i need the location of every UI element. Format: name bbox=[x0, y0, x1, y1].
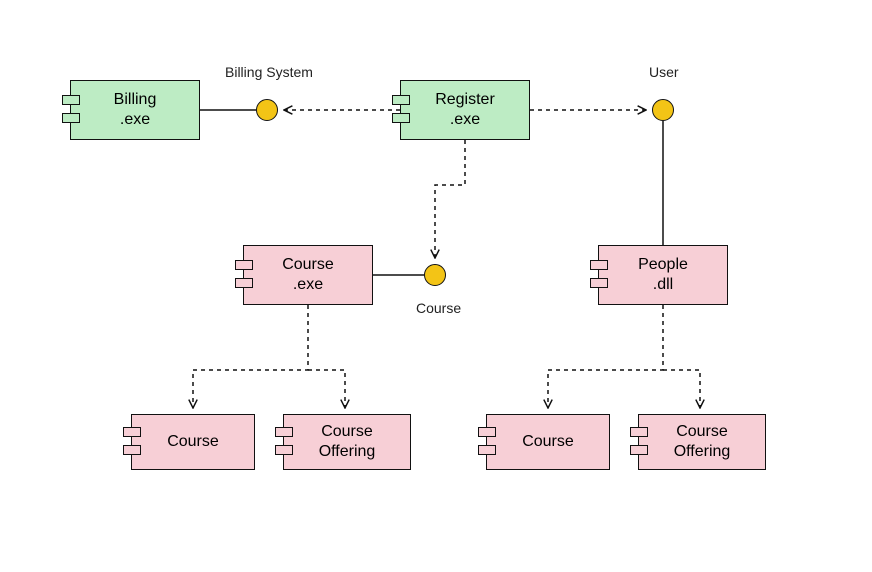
interface-label: Course bbox=[416, 300, 461, 316]
interface-billing-system bbox=[256, 99, 278, 121]
component-register-exe: Register .exe bbox=[400, 80, 530, 140]
connector-fork bbox=[193, 305, 345, 408]
component-label: Course Offering bbox=[284, 415, 410, 469]
component-course-offering-right: Course Offering bbox=[638, 414, 766, 470]
interface-label: Billing System bbox=[225, 64, 313, 80]
component-people-dll: People .dll bbox=[598, 245, 728, 305]
component-label: Register .exe bbox=[401, 81, 529, 139]
component-label: Course bbox=[132, 415, 254, 469]
component-course-right: Course bbox=[486, 414, 610, 470]
connector-fork bbox=[548, 305, 700, 408]
component-label: People .dll bbox=[599, 246, 727, 304]
connector bbox=[435, 140, 465, 258]
component-label: Course Offering bbox=[639, 415, 765, 469]
component-label: Billing .exe bbox=[71, 81, 199, 139]
interface-course bbox=[424, 264, 446, 286]
component-course-left: Course bbox=[131, 414, 255, 470]
component-label: Course bbox=[487, 415, 609, 469]
diagram-canvas: Billing .exe Register .exe Course .exe P… bbox=[0, 0, 872, 572]
component-label: Course .exe bbox=[244, 246, 372, 304]
component-course-exe: Course .exe bbox=[243, 245, 373, 305]
component-billing-exe: Billing .exe bbox=[70, 80, 200, 140]
component-course-offering-left: Course Offering bbox=[283, 414, 411, 470]
interface-label: User bbox=[649, 64, 679, 80]
interface-user bbox=[652, 99, 674, 121]
